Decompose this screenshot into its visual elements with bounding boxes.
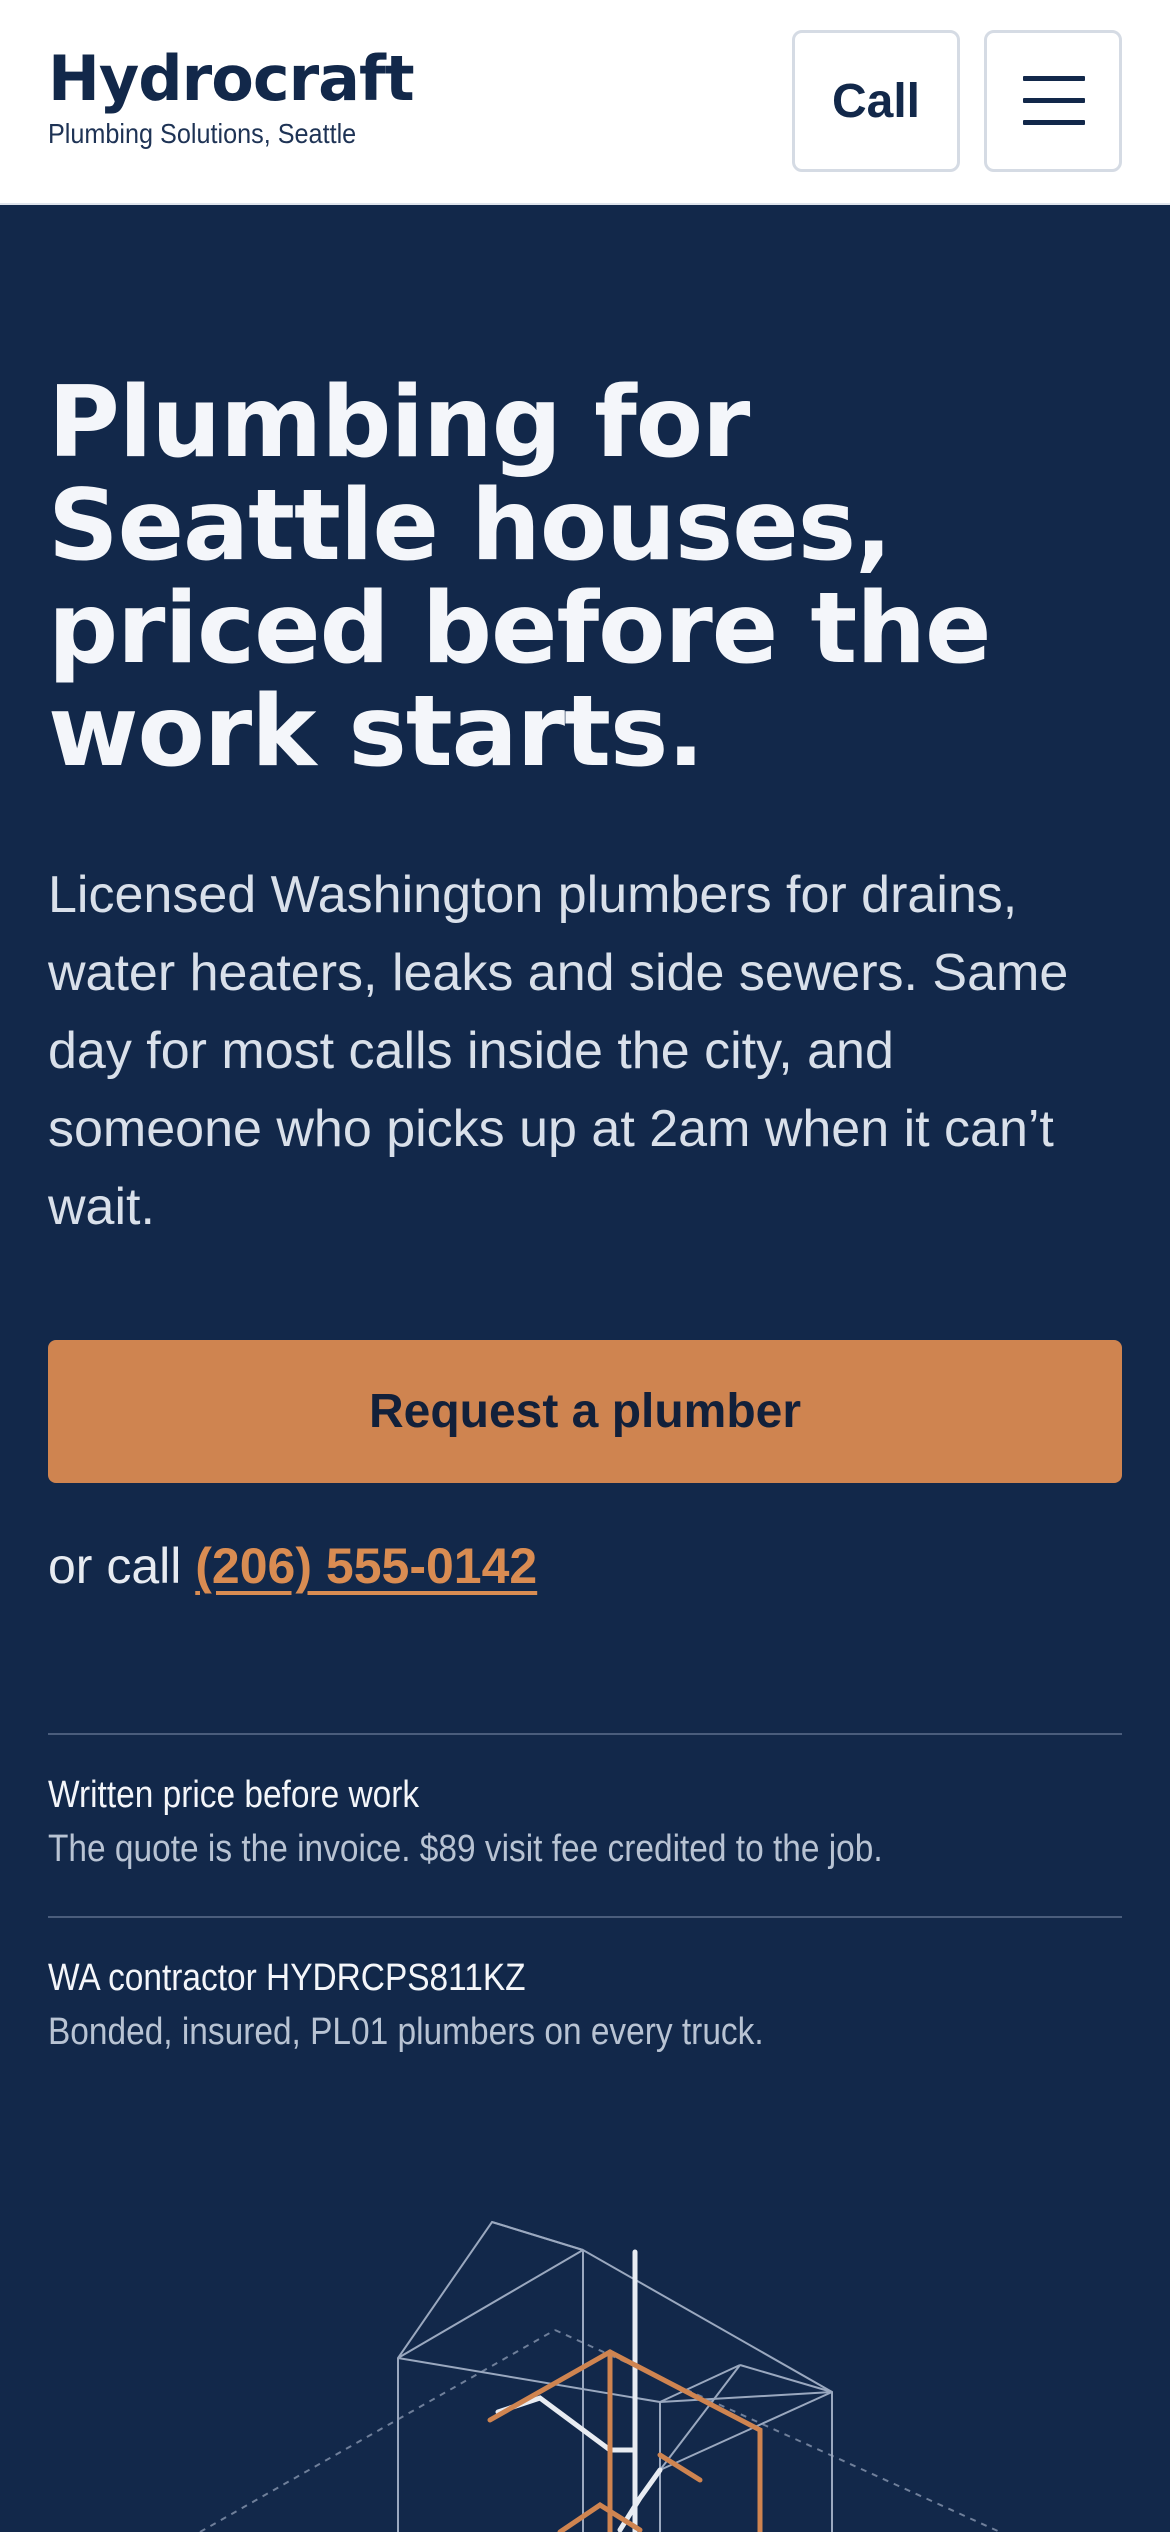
hero-title: Plumbing for Seattle houses, priced befo… [48,366,991,789]
call-button[interactable]: Call [792,30,960,172]
alt-call-line: or call (206) 555-0142 [48,1537,537,1595]
feature-description: The quote is the invoice. $89 visit fee … [48,1828,883,1870]
house-plumbing-illustration [199,2220,1001,2532]
phone-link[interactable]: (206) 555-0142 [195,1538,537,1594]
menu-button[interactable] [984,30,1122,172]
feature-description: Bonded, insured, PL01 plumbers on every … [48,2011,764,2053]
feature-title: Written price before work [48,1774,420,1816]
divider [48,1733,1122,1735]
hero-description: Licensed Washington plumbers for drains,… [48,866,1069,1236]
divider [48,1916,1122,1918]
alt-call-prefix: or call [48,1538,182,1594]
brand-logo[interactable]: Hydrocraft [48,48,415,110]
request-plumber-button[interactable]: Request a plumber [48,1340,1122,1483]
brand-tagline: Plumbing Solutions, Seattle [48,118,357,149]
feature-title: WA contractor HYDRCPS811KZ [48,1957,526,1999]
site-header: Hydrocraft Plumbing Solutions, Seattle C… [0,0,1170,205]
